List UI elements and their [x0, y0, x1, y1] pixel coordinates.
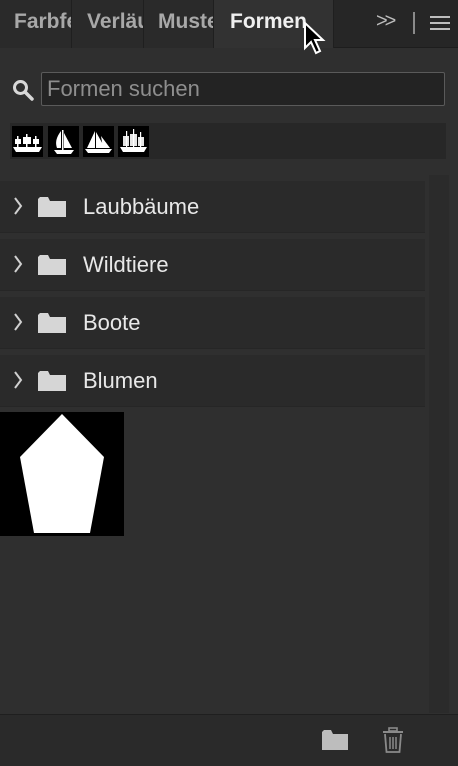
tab-label: Muster: [158, 10, 213, 33]
chevron-right-icon[interactable]: [12, 254, 24, 274]
folder-icon: [38, 371, 66, 391]
folder-icon: [38, 255, 66, 275]
sailboat-icon[interactable]: [48, 126, 79, 157]
new-group-folder-icon[interactable]: [322, 730, 348, 750]
group-row-boote[interactable]: Boote: [0, 297, 425, 349]
sailing-ship-icon[interactable]: [83, 126, 114, 157]
more-tabs-icon[interactable]: >>: [376, 10, 396, 33]
tab-gradients[interactable]: Verläufe: [72, 0, 144, 48]
tab-label: Verläufe: [87, 10, 143, 33]
scrollbar-track[interactable]: [429, 175, 449, 713]
shape-thumbnail[interactable]: [0, 412, 124, 536]
group-label: Wildtiere: [83, 252, 169, 277]
folder-icon: [38, 197, 66, 217]
tab-patterns[interactable]: Muster: [144, 0, 214, 48]
group-row-laubbaeume[interactable]: Laubbäume: [0, 181, 425, 233]
tab-label: Formen: [230, 10, 308, 33]
chevron-right-icon[interactable]: [12, 312, 24, 332]
chevron-right-icon[interactable]: [12, 196, 24, 216]
shape-search-input[interactable]: [41, 72, 445, 106]
group-label: Boote: [83, 310, 141, 335]
pentagon-shape-icon: [20, 414, 104, 533]
tab-divider: [413, 12, 415, 34]
recent-shapes-strip: [10, 123, 446, 159]
tab-label: Farbfelder: [14, 10, 71, 33]
group-row-blumen[interactable]: Blumen: [0, 355, 425, 407]
group-label: Laubbäume: [83, 194, 200, 219]
panel-menu-icon[interactable]: [430, 16, 450, 30]
group-row-wildtiere[interactable]: Wildtiere: [0, 239, 425, 291]
trash-icon[interactable]: [382, 727, 404, 753]
panel-footer: [0, 714, 458, 766]
panel-tab-bar: Farbfelder Verläufe Muster Formen >>: [0, 0, 458, 55]
folder-icon: [38, 313, 66, 333]
group-label: Blumen: [83, 368, 158, 393]
schooner-icon[interactable]: [118, 126, 149, 157]
mouse-cursor-icon: [304, 22, 326, 55]
chevron-right-icon[interactable]: [12, 370, 24, 390]
tab-swatches[interactable]: Farbfelder: [0, 0, 72, 48]
ship-icon[interactable]: [12, 126, 43, 157]
search-icon: [13, 80, 34, 101]
